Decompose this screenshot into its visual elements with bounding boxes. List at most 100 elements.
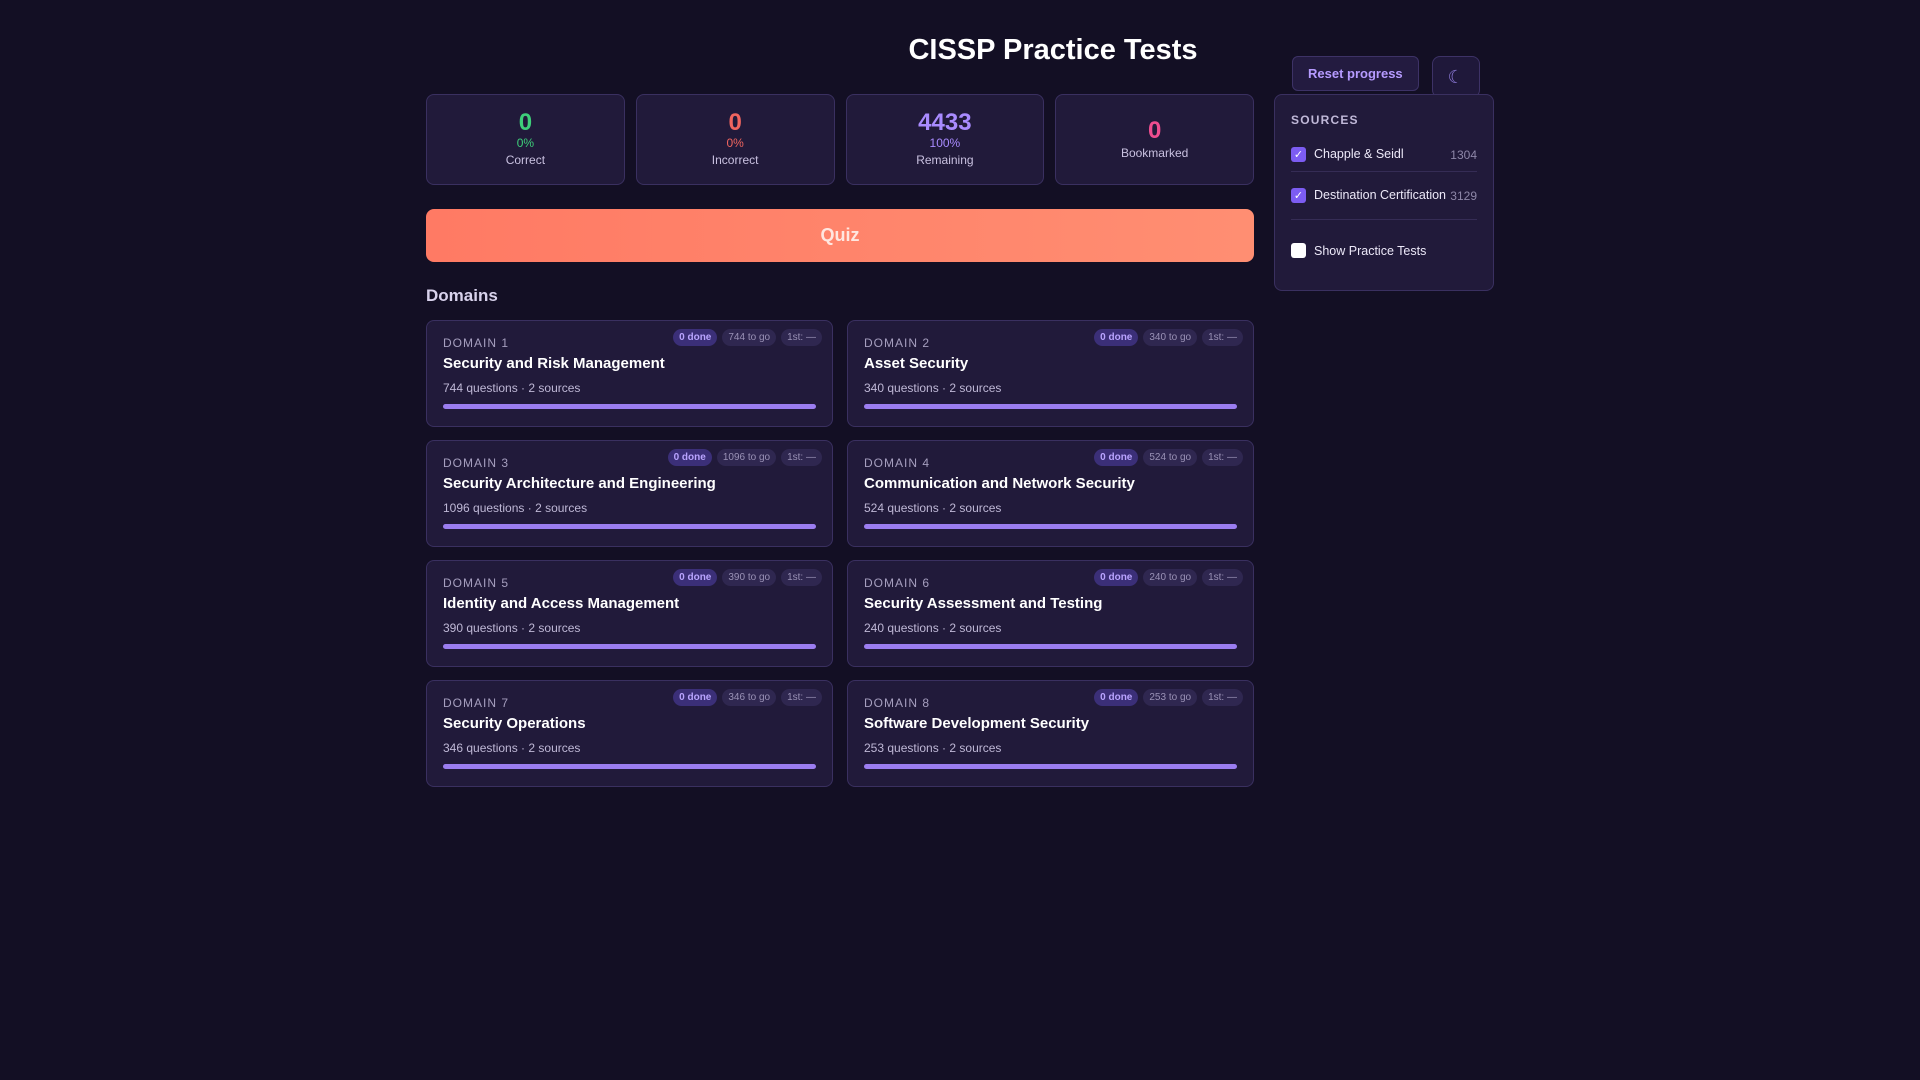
domain-card[interactable]: 0 done 744 to go 1st: — DOMAIN 1 Securit…	[426, 320, 833, 427]
domain-chips: 0 done 346 to go 1st: —	[673, 689, 822, 706]
check-icon: ✓	[1293, 148, 1304, 161]
source-checkbox[interactable]: ✓	[1291, 188, 1306, 203]
source-checkbox[interactable]: ✓	[1291, 147, 1306, 162]
to-go-badge: 340 to go	[1143, 329, 1198, 346]
domain-progress-bar	[443, 524, 816, 529]
to-go-badge: 240 to go	[1143, 569, 1198, 586]
domain-name: Identity and Access Management	[443, 595, 680, 612]
first-attempt-badge: 1st: —	[1202, 689, 1243, 706]
domain-card[interactable]: 0 done 240 to go 1st: — DOMAIN 6 Securit…	[847, 560, 1254, 667]
stat-value: 0	[728, 109, 742, 136]
to-go-badge: 1096 to go	[716, 449, 777, 466]
done-badge: 0 done	[673, 329, 718, 346]
done-badge: 0 done	[1094, 569, 1139, 586]
stats-row: 0 0% Correct 0 0% Incorrect 4433 100% Re…	[426, 94, 1254, 185]
domain-name: Software Development Security	[864, 715, 1090, 732]
show-practice-tests-row[interactable]: Show Practice Tests	[1291, 243, 1477, 258]
domain-name: Security Assessment and Testing	[864, 595, 1103, 612]
stat-percent: 100%	[929, 136, 961, 150]
domain-progress-bar	[864, 644, 1237, 649]
domain-chips: 0 done 744 to go 1st: —	[673, 329, 822, 346]
page-title: CISSP Practice Tests	[908, 34, 1198, 66]
domain-meta: 1096 questions · 2 sources	[443, 501, 588, 515]
domain-card[interactable]: 0 done 253 to go 1st: — DOMAIN 8 Softwar…	[847, 680, 1254, 787]
domain-name: Security and Risk Management	[443, 355, 665, 372]
stat-value: 0	[1147, 116, 1162, 144]
stat-percent: 0%	[516, 136, 535, 150]
first-attempt-badge: 1st: —	[781, 449, 822, 466]
to-go-badge: 253 to go	[1143, 689, 1198, 706]
first-attempt-badge: 1st: —	[781, 689, 822, 706]
domain-meta: 340 questions · 2 sources	[864, 381, 1002, 395]
top-actions: Reset progress ☾	[1292, 56, 1480, 98]
source-name: Destination Certification	[1314, 188, 1447, 202]
domain-progress-bar	[443, 644, 816, 649]
domain-meta: 744 questions · 2 sources	[443, 381, 581, 395]
domains-grid: 0 done 744 to go 1st: — DOMAIN 1 Securit…	[426, 320, 1254, 787]
moon-icon: ☾	[1447, 66, 1464, 88]
stat-value: 0	[518, 109, 533, 136]
quiz-button[interactable]: Quiz	[426, 209, 1254, 262]
stat-label: Remaining	[916, 153, 974, 167]
reset-progress-button[interactable]: Reset progress	[1292, 56, 1419, 91]
source-count: 1304	[1450, 147, 1477, 162]
stat-percent: 0%	[726, 136, 744, 150]
domain-chips: 0 done 340 to go 1st: —	[1094, 329, 1243, 346]
stat-card-bookmarked[interactable]: 0 Bookmarked	[1055, 94, 1254, 185]
done-badge: 0 done	[1094, 329, 1139, 346]
to-go-badge: 390 to go	[722, 569, 777, 586]
domain-meta: 390 questions · 2 sources	[443, 621, 581, 635]
domain-progress-bar	[443, 764, 816, 769]
done-badge: 0 done	[673, 569, 718, 586]
first-attempt-badge: 1st: —	[1202, 329, 1243, 346]
first-attempt-badge: 1st: —	[1202, 569, 1243, 586]
stat-card-correct: 0 0% Correct	[426, 94, 625, 185]
stat-card-remaining: 4433 100% Remaining	[845, 94, 1045, 185]
domain-card[interactable]: 0 done 1096 to go 1st: — DOMAIN 3 Securi…	[426, 440, 833, 547]
show-practice-tests-checkbox[interactable]	[1291, 243, 1306, 258]
domain-progress-bar	[864, 524, 1237, 529]
stat-label: Incorrect	[711, 153, 759, 167]
domain-card[interactable]: 0 done 340 to go 1st: — DOMAIN 2 Asset S…	[847, 320, 1254, 427]
stat-card-incorrect: 0 0% Incorrect	[635, 94, 835, 185]
domain-meta: 253 questions · 2 sources	[864, 741, 1002, 755]
check-icon: ✓	[1293, 189, 1304, 202]
domain-meta: 240 questions · 2 sources	[864, 621, 1002, 635]
domain-name: Security Architecture and Engineering	[443, 475, 716, 492]
first-attempt-badge: 1st: —	[781, 569, 822, 586]
show-practice-tests-label: Show Practice Tests	[1314, 243, 1427, 258]
domains-heading: Domains	[426, 286, 498, 305]
sources-title: SOURCES	[1291, 113, 1359, 127]
stat-label: Bookmarked	[1120, 145, 1189, 160]
to-go-badge: 346 to go	[722, 689, 777, 706]
domain-chips: 0 done 253 to go 1st: —	[1094, 689, 1243, 706]
stat-value: 4433	[918, 109, 972, 136]
theme-toggle-button[interactable]: ☾	[1431, 56, 1480, 98]
source-row-destination-certification[interactable]: ✓ Destination Certification 3129	[1291, 172, 1477, 220]
source-row-chapple-seidl[interactable]: ✓ Chapple & Seidl 1304	[1291, 138, 1477, 172]
domain-card[interactable]: 0 done 524 to go 1st: — DOMAIN 4 Communi…	[847, 440, 1254, 547]
domain-meta: 346 questions · 2 sources	[443, 741, 581, 755]
domain-progress-bar	[864, 764, 1237, 769]
domain-name: Communication and Network Security	[864, 475, 1135, 492]
domain-card[interactable]: 0 done 346 to go 1st: — DOMAIN 7 Securit…	[426, 680, 833, 787]
stat-label: Correct	[505, 153, 546, 167]
domain-name: Asset Security	[864, 355, 969, 372]
domain-progress-bar	[443, 404, 816, 409]
domain-meta: 524 questions · 2 sources	[864, 501, 1002, 515]
done-badge: 0 done	[673, 689, 718, 706]
done-badge: 0 done	[1094, 449, 1139, 466]
source-name: Chapple & Seidl	[1314, 147, 1404, 161]
domain-progress-bar	[864, 404, 1237, 409]
sources-panel: SOURCES ✓ Chapple & Seidl 1304 ✓ Destina…	[1274, 94, 1494, 291]
domain-chips: 0 done 390 to go 1st: —	[673, 569, 822, 586]
first-attempt-badge: 1st: —	[1202, 449, 1243, 466]
domain-chips: 0 done 1096 to go 1st: —	[667, 449, 822, 466]
domain-name: Security Operations	[443, 715, 586, 732]
domain-chips: 0 done 240 to go 1st: —	[1094, 569, 1243, 586]
to-go-badge: 524 to go	[1143, 449, 1198, 466]
done-badge: 0 done	[667, 449, 712, 466]
domain-card[interactable]: 0 done 390 to go 1st: — DOMAIN 5 Identit…	[426, 560, 833, 667]
domain-chips: 0 done 524 to go 1st: —	[1094, 449, 1243, 466]
source-count: 3129	[1450, 188, 1477, 203]
